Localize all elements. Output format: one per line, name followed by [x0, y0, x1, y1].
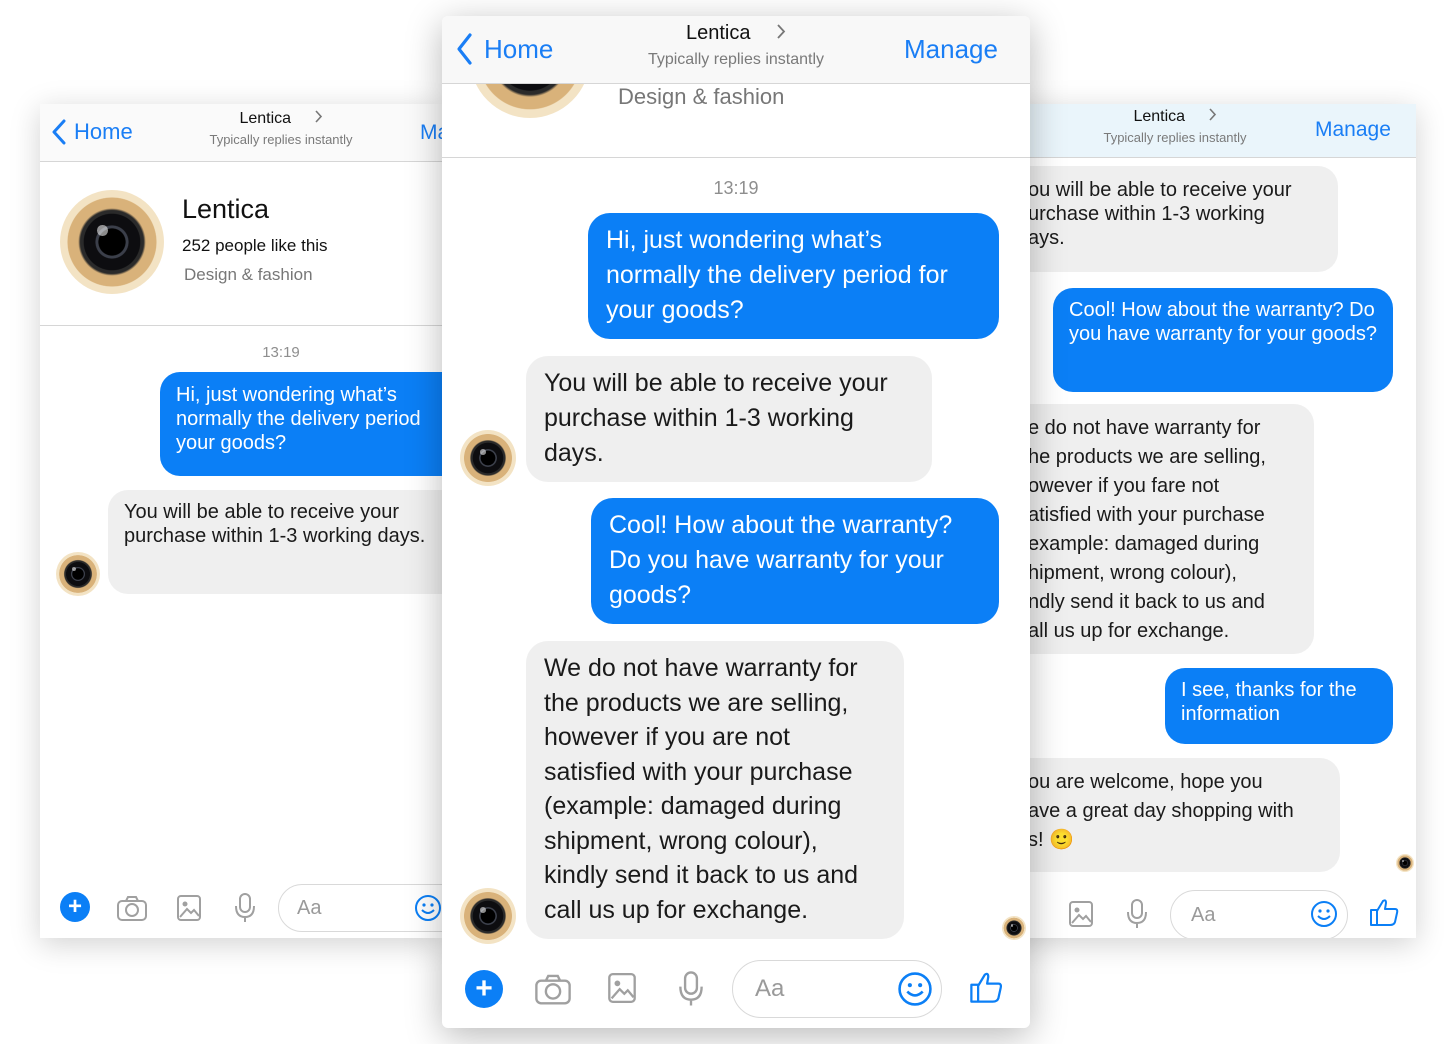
- nav-title-group[interactable]: Lentica Typically replies instantly: [620, 22, 852, 69]
- plus-icon[interactable]: +: [465, 970, 503, 1008]
- back-label: Home: [74, 119, 133, 144]
- nav-bar: Home Lentica Typically replies instantly…: [40, 104, 442, 162]
- message-input-placeholder: Aa: [755, 975, 785, 1002]
- image-icon[interactable]: [176, 894, 202, 927]
- sender-avatar: [56, 552, 100, 596]
- back-label: Home: [484, 33, 554, 64]
- nav-title-group[interactable]: Lentica Typically replies instantly: [1060, 108, 1290, 145]
- left-chat-screen: Home Lentica Typically replies instantly…: [40, 104, 442, 938]
- thumbs-up-icon[interactable]: [968, 969, 1004, 1010]
- center-chat-screen: Design & fashion Home Lentica Typically …: [442, 16, 1030, 1028]
- nav-bar: Home Lentica Typically replies instantly…: [442, 16, 1030, 84]
- message-bubble-incoming[interactable]: You will be able to receive your purchas…: [108, 490, 442, 594]
- chevron-right-icon: [314, 110, 323, 128]
- page-avatar[interactable]: [470, 84, 590, 118]
- message-bubble-incoming[interactable]: You will be able to receive your purchas…: [526, 356, 932, 482]
- chevron-right-icon: [776, 22, 786, 45]
- message-input-placeholder: Aa: [1191, 903, 1216, 926]
- chevron-left-icon: [50, 118, 68, 146]
- message-bubble-incoming[interactable]: ou will be able to receive your urchase …: [1000, 166, 1338, 272]
- seen-indicator-avatar: [1002, 916, 1026, 940]
- message-bubble-outgoing[interactable]: Cool! How about the warranty? Do you hav…: [591, 498, 999, 624]
- page-profile-header: Lentica 252 people like this Design & fa…: [40, 162, 442, 326]
- message-bubble-incoming[interactable]: ou are welcome, hope you ave a great day…: [1000, 758, 1340, 872]
- profile-likes: 252 people like this: [182, 236, 328, 255]
- chevron-left-icon: [454, 32, 474, 66]
- back-button[interactable]: Home: [50, 118, 133, 146]
- thumbs-up-icon[interactable]: [1368, 896, 1400, 933]
- timestamp: 13:19: [262, 344, 300, 361]
- page-profile-header: Design & fashion: [442, 84, 1030, 158]
- nav-title-group[interactable]: Lentica Typically replies instantly: [170, 110, 392, 147]
- image-icon[interactable]: [607, 971, 637, 1010]
- message-bubble-incoming[interactable]: e do not have warranty for he products w…: [1000, 404, 1314, 654]
- image-icon[interactable]: [1068, 900, 1094, 933]
- page-title: Lentica: [685, 22, 751, 44]
- sender-avatar: [460, 888, 516, 944]
- microphone-icon[interactable]: [1126, 898, 1148, 935]
- page-title: Lentica: [239, 110, 292, 127]
- timestamp: 13:19: [713, 178, 759, 198]
- message-bubble-incoming[interactable]: We do not have warranty for the products…: [526, 641, 904, 939]
- page-avatar[interactable]: [60, 190, 164, 294]
- profile-name: Lentica: [182, 194, 270, 224]
- page-title: Lentica: [1133, 108, 1186, 125]
- microphone-icon[interactable]: [234, 892, 256, 929]
- message-bubble-outgoing[interactable]: I see, thanks for the information: [1165, 668, 1393, 744]
- nav-subtitle: Typically replies instantly: [1103, 130, 1247, 145]
- smiley-icon[interactable]: [414, 894, 442, 927]
- manage-button[interactable]: Manage: [904, 34, 998, 65]
- smiley-icon[interactable]: [897, 971, 933, 1012]
- smiley-icon[interactable]: [1310, 900, 1338, 933]
- message-bubble-outgoing[interactable]: Hi, just wondering what’s normally the d…: [588, 213, 999, 339]
- sender-avatar: [460, 430, 516, 486]
- camera-icon[interactable]: [534, 972, 572, 1011]
- manage-button[interactable]: Manage: [1315, 118, 1391, 142]
- camera-icon[interactable]: [116, 894, 148, 927]
- profile-category: Design & fashion: [618, 84, 785, 109]
- nav-bar: Lentica Typically replies instantly Mana…: [1000, 104, 1416, 158]
- profile-category: Design & fashion: [184, 265, 313, 284]
- message-input-placeholder: Aa: [297, 896, 322, 919]
- message-bubble-outgoing[interactable]: Cool! How about the warranty? Do you hav…: [1053, 288, 1393, 392]
- seen-indicator-avatar: [1396, 854, 1414, 872]
- chevron-right-icon: [1208, 108, 1217, 126]
- message-bubble-outgoing[interactable]: Hi, just wondering what’s normally the d…: [160, 372, 442, 476]
- manage-button[interactable]: Ma: [420, 121, 442, 145]
- right-chat-screen: Lentica Typically replies instantly Mana…: [1000, 104, 1416, 938]
- nav-subtitle: Typically replies instantly: [647, 51, 825, 68]
- plus-icon[interactable]: +: [60, 892, 90, 922]
- back-button[interactable]: Home: [454, 32, 553, 66]
- microphone-icon[interactable]: [678, 970, 704, 1013]
- nav-subtitle: Typically replies instantly: [209, 132, 353, 147]
